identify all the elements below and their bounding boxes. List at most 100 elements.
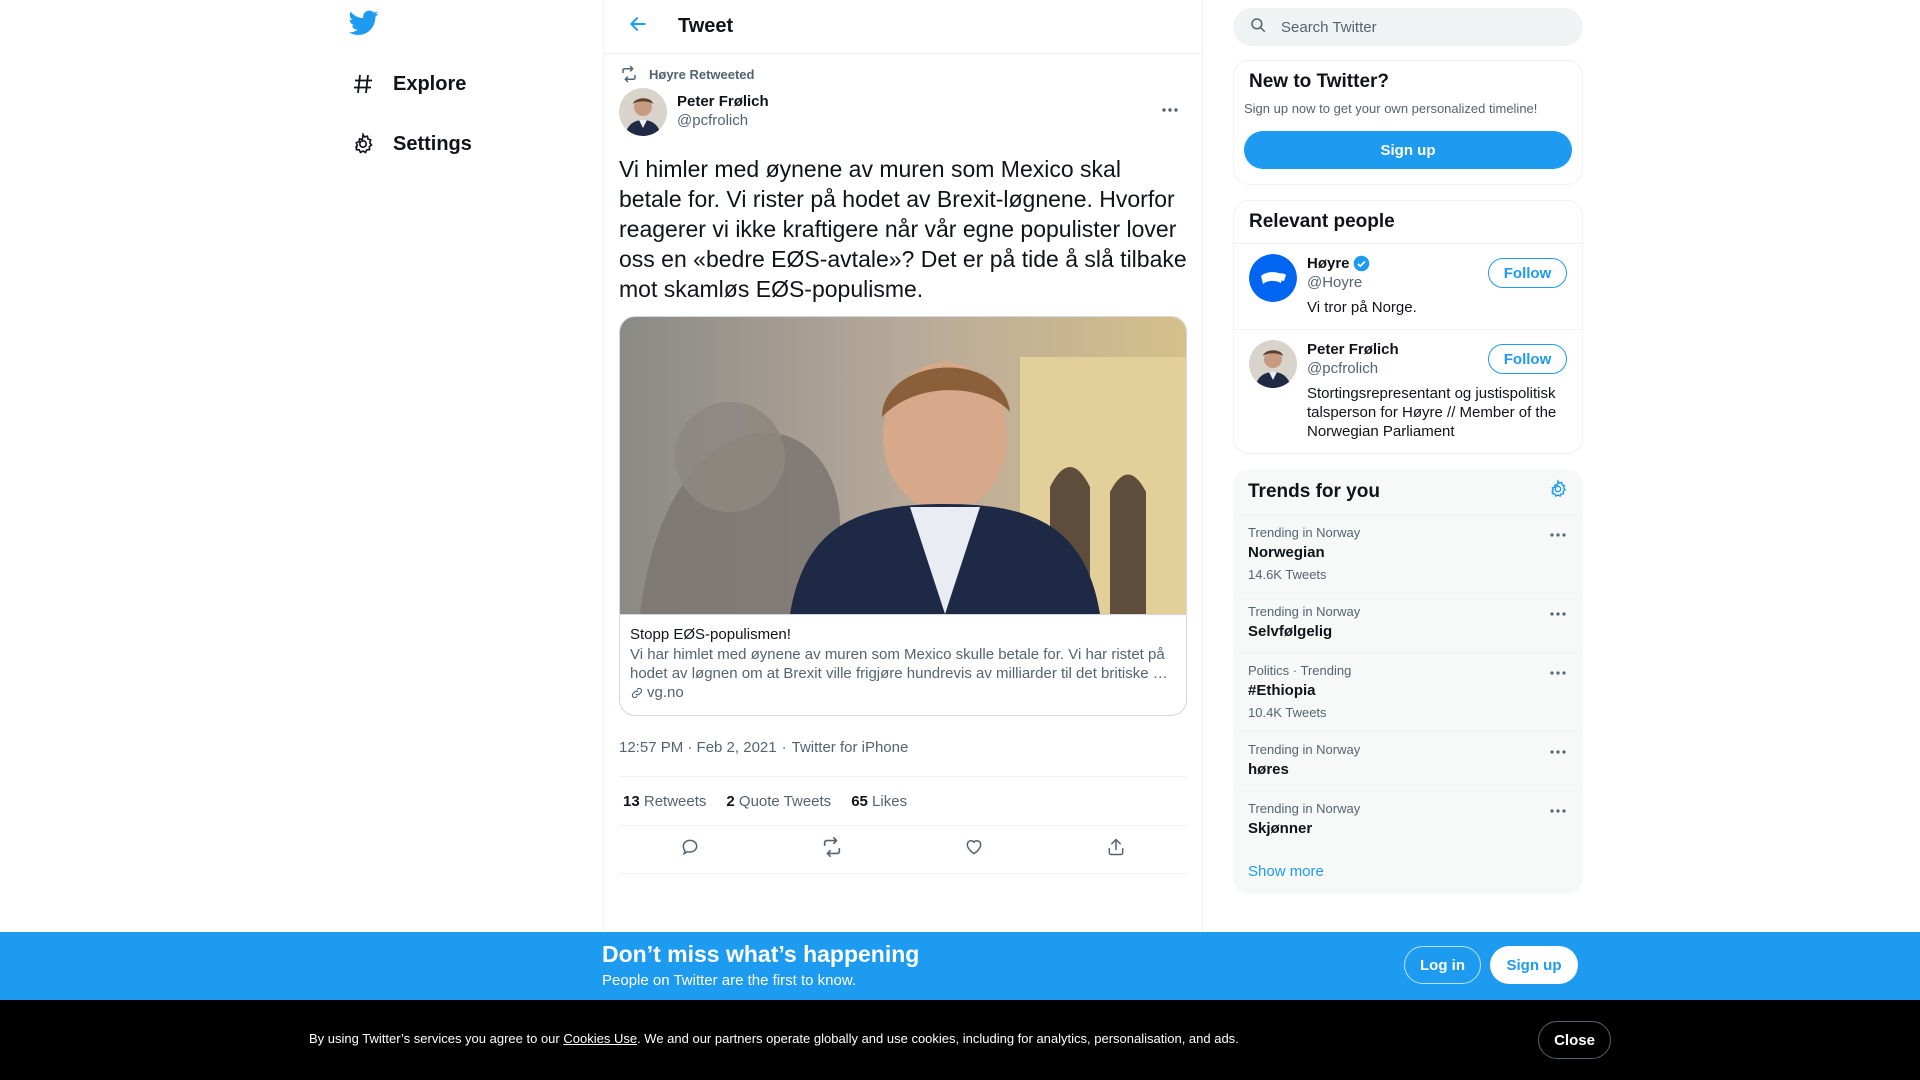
more-options-button[interactable] bbox=[1153, 92, 1187, 126]
tweet-column: Tweet Høyre Retweeted Peter Frølich @pcf… bbox=[603, 0, 1203, 932]
trend-item[interactable]: Trending in Norway Norwegian 14.6K Tweet… bbox=[1233, 515, 1583, 594]
avatar[interactable] bbox=[1249, 340, 1297, 388]
verified-badge-icon bbox=[1353, 255, 1370, 272]
login-button[interactable]: Log in bbox=[1404, 946, 1481, 984]
person-pcfrolich[interactable]: Peter Frølich @pcfrolich Stortingsrepres… bbox=[1234, 329, 1582, 453]
banner-signup-button[interactable]: Sign up bbox=[1490, 946, 1578, 984]
like-button[interactable] bbox=[956, 832, 992, 868]
cookies-use-link[interactable]: Cookies Use bbox=[563, 1031, 637, 1046]
avatar[interactable] bbox=[1249, 254, 1297, 302]
person-bio: Stortingsrepresentant og justispolitisk … bbox=[1307, 385, 1557, 440]
more-icon[interactable] bbox=[1548, 663, 1568, 683]
more-icon[interactable] bbox=[1548, 801, 1568, 821]
link-card[interactable]: Stopp EØS-populismen! Vi har himlet med … bbox=[619, 316, 1187, 716]
cookie-text-after: . We and our partners operate globally a… bbox=[637, 1031, 1239, 1046]
relevant-people-panel: Relevant people Høyre @Hoyre Vi tror på … bbox=[1233, 200, 1583, 454]
trend-count: 14.6K Tweets bbox=[1248, 567, 1327, 582]
meta-separator: · bbox=[781, 738, 787, 756]
nav-settings-label: Settings bbox=[393, 132, 472, 155]
signup-panel-title: New to Twitter? bbox=[1249, 71, 1390, 92]
search-bar[interactable] bbox=[1233, 8, 1583, 46]
hashtag-icon bbox=[349, 70, 377, 98]
trend-name: Norwegian bbox=[1248, 544, 1325, 561]
retweet-button[interactable] bbox=[814, 832, 850, 868]
page-title: Tweet bbox=[678, 15, 734, 37]
card-domain: vg.no bbox=[630, 683, 1176, 703]
card-title: Stopp EØS-populismen! bbox=[630, 626, 791, 643]
trend-item[interactable]: Trending in Norway høres bbox=[1233, 732, 1583, 791]
nav-explore[interactable]: Explore bbox=[349, 60, 466, 108]
card-domain-text: vg.no bbox=[647, 684, 684, 701]
show-more-link[interactable]: Show more bbox=[1233, 849, 1583, 894]
search-input[interactable] bbox=[1281, 18, 1561, 36]
retweet-context: Høyre Retweeted bbox=[619, 54, 1187, 88]
signup-button[interactable]: Sign up bbox=[1244, 131, 1572, 169]
tweet-header: Tweet bbox=[604, 0, 1202, 54]
trend-name: #Ethiopia bbox=[1248, 682, 1316, 699]
back-button[interactable] bbox=[620, 9, 656, 45]
banner-subtitle: People on Twitter are the first to know. bbox=[602, 972, 857, 989]
author-name[interactable]: Peter Frølich bbox=[677, 92, 769, 111]
person-name[interactable]: Peter Frølich bbox=[1307, 340, 1399, 359]
tweet-meta: 12:57 PM · Feb 2, 2021 · Twitter for iPh… bbox=[619, 730, 1187, 764]
person-hoyre[interactable]: Høyre @Hoyre Vi tror på Norge. Follow bbox=[1234, 243, 1582, 329]
cookie-text: By using Twitter’s services you agree to… bbox=[309, 1031, 1239, 1046]
likes-count: 65 bbox=[851, 792, 868, 810]
link-icon bbox=[630, 686, 644, 700]
banner-title: Don’t miss what’s happening bbox=[602, 941, 920, 967]
trend-item[interactable]: Trending in Norway Skjønner bbox=[1233, 791, 1583, 849]
more-icon[interactable] bbox=[1548, 525, 1568, 545]
close-button[interactable]: Close bbox=[1538, 1021, 1611, 1059]
trends-panel: Trends for you Trending in Norway Norweg… bbox=[1233, 469, 1583, 894]
tweet-timestamp[interactable]: 12:57 PM · Feb 2, 2021 bbox=[619, 739, 777, 756]
trend-context: Trending in Norway bbox=[1248, 742, 1361, 757]
quotes-stat[interactable]: 2 Quote Tweets bbox=[726, 793, 831, 810]
right-sidebar: New to Twitter? Sign up now to get your … bbox=[1233, 0, 1583, 894]
author-handle[interactable]: @pcfrolich bbox=[677, 111, 769, 130]
follow-button[interactable]: Follow bbox=[1488, 344, 1567, 374]
signup-panel-subtitle: Sign up now to get your own personalized… bbox=[1244, 101, 1538, 116]
trend-item[interactable]: Politics · Trending #Ethiopia 10.4K Twee… bbox=[1233, 653, 1583, 732]
trend-item[interactable]: Trending in Norway Selvfølgelig bbox=[1233, 594, 1583, 653]
more-icon[interactable] bbox=[1548, 742, 1568, 762]
follow-button[interactable]: Follow bbox=[1488, 258, 1567, 288]
quotes-count: 2 bbox=[726, 792, 735, 810]
person-bio: Vi tror på Norge. bbox=[1307, 299, 1417, 316]
trend-context: Trending in Norway bbox=[1248, 801, 1361, 816]
heart-icon bbox=[964, 837, 984, 862]
person-name[interactable]: Høyre bbox=[1307, 254, 1350, 273]
cookie-text-before: By using Twitter’s services you agree to… bbox=[309, 1031, 564, 1046]
retweeted-by-label[interactable]: Høyre Retweeted bbox=[649, 67, 754, 82]
tweet: Høyre Retweeted Peter Frølich @pcfrolich… bbox=[604, 54, 1202, 874]
trends-title: Trends for you bbox=[1248, 480, 1380, 502]
trend-name: Skjønner bbox=[1248, 820, 1313, 837]
retweets-label: Retweets bbox=[643, 792, 707, 810]
tweet-source[interactable]: Twitter for iPhone bbox=[792, 739, 909, 756]
share-button[interactable] bbox=[1098, 832, 1134, 868]
more-icon bbox=[1161, 100, 1179, 118]
twitter-bird-icon[interactable] bbox=[348, 10, 381, 42]
card-description: Vi har himlet med øynene av muren som Me… bbox=[630, 646, 1168, 682]
retweet-icon bbox=[821, 836, 843, 863]
retweets-stat[interactable]: 13 Retweets bbox=[623, 793, 706, 810]
tweet-stats: 13 Retweets 2 Quote Tweets 65 Likes bbox=[619, 776, 1187, 826]
gear-icon[interactable] bbox=[1548, 479, 1568, 504]
trend-name: Selvfølgelig bbox=[1248, 623, 1333, 640]
nav-explore-label: Explore bbox=[393, 72, 467, 95]
trend-context: Trending in Norway bbox=[1248, 604, 1361, 619]
likes-stat[interactable]: 65 Likes bbox=[851, 793, 907, 810]
retweets-count: 13 bbox=[623, 792, 640, 810]
card-image bbox=[620, 317, 1186, 614]
cookie-bar: By using Twitter’s services you agree to… bbox=[0, 1000, 1920, 1080]
reply-icon bbox=[680, 837, 700, 862]
quotes-label: Quote Tweets bbox=[738, 792, 832, 810]
reply-button[interactable] bbox=[672, 832, 708, 868]
nav-settings[interactable]: Settings bbox=[349, 120, 472, 168]
trend-context: Politics · Trending bbox=[1248, 663, 1352, 678]
relevant-people-title: Relevant people bbox=[1249, 211, 1395, 232]
arrow-left-icon bbox=[628, 14, 648, 39]
trend-count: 10.4K Tweets bbox=[1248, 705, 1327, 720]
more-icon[interactable] bbox=[1548, 604, 1568, 624]
avatar[interactable] bbox=[619, 88, 667, 136]
signup-panel: New to Twitter? Sign up now to get your … bbox=[1233, 60, 1583, 185]
